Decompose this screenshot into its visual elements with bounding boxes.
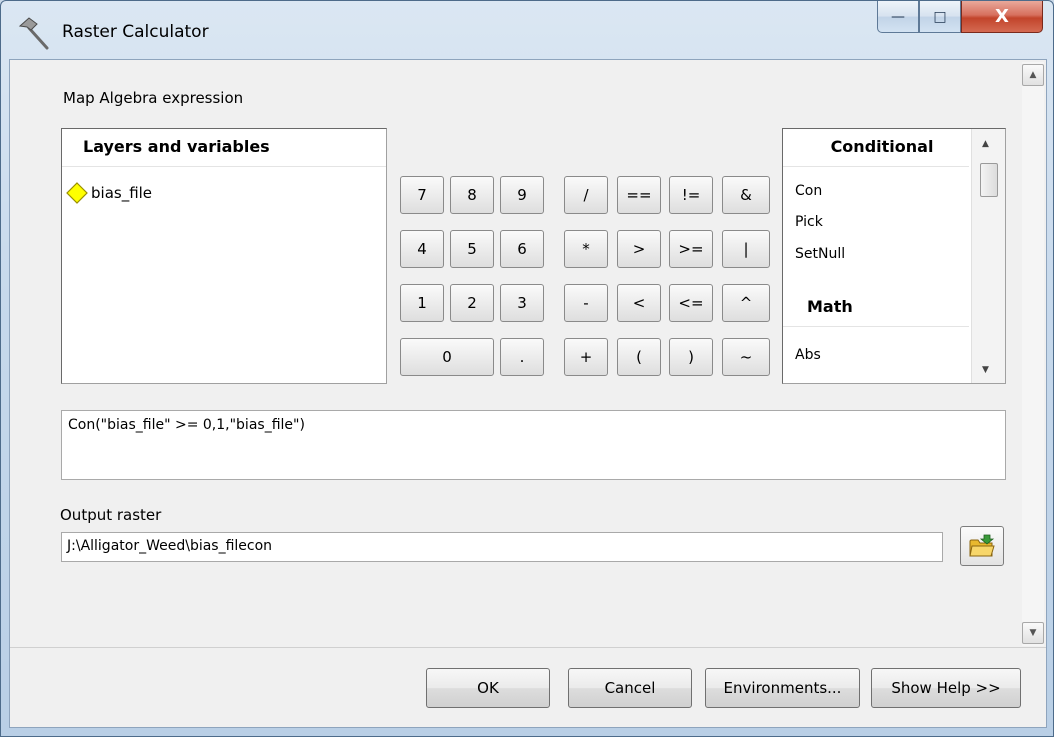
layers-list-header: Layers and variables	[62, 129, 386, 167]
close-icon: X	[995, 6, 1009, 27]
environments-button[interactable]: Environments...	[705, 668, 860, 708]
show-help-button[interactable]: Show Help >>	[871, 668, 1021, 708]
key-0[interactable]: 0	[400, 338, 494, 376]
key-less-than[interactable]: <	[617, 284, 661, 322]
ok-button[interactable]: OK	[426, 668, 550, 708]
functions-scroll-thumb[interactable]	[980, 163, 998, 197]
key-greater-equal[interactable]: >=	[669, 230, 713, 268]
key-7[interactable]: 7	[400, 176, 444, 214]
key-2[interactable]: 2	[450, 284, 494, 322]
key-greater-than[interactable]: >	[617, 230, 661, 268]
browse-button[interactable]	[960, 526, 1004, 566]
key-plus[interactable]: +	[564, 338, 608, 376]
scroll-down-arrow-icon[interactable]: ▼	[982, 365, 989, 375]
minimize-button[interactable]: —	[877, 1, 919, 33]
key-8[interactable]: 8	[450, 176, 494, 214]
functions-list[interactable]: Conditional Con Pick SetNull Math Abs ▲ …	[782, 128, 1006, 384]
key-not-equal[interactable]: !=	[669, 176, 713, 214]
key-open-paren[interactable]: (	[617, 338, 661, 376]
scroll-down-icon[interactable]: ▼	[1022, 622, 1044, 644]
key-close-paren[interactable]: )	[669, 338, 713, 376]
conditional-header: Conditional	[783, 129, 969, 167]
function-item-abs[interactable]: Abs	[795, 347, 821, 363]
key-1[interactable]: 1	[400, 284, 444, 322]
key-decimal[interactable]: .	[500, 338, 544, 376]
layers-list[interactable]: Layers and variables bias_file	[61, 128, 387, 384]
key-not[interactable]: ~	[722, 338, 770, 376]
window-title: Raster Calculator	[62, 22, 209, 42]
output-raster-label: Output raster	[60, 506, 162, 524]
maximize-button[interactable]: □	[919, 1, 961, 33]
map-algebra-label: Map Algebra expression	[63, 89, 244, 107]
raster-layer-diamond-icon	[66, 182, 88, 204]
key-divide[interactable]: /	[564, 176, 608, 214]
key-9[interactable]: 9	[500, 176, 544, 214]
functions-scrollbar[interactable]: ▲ ▼	[971, 129, 1005, 383]
key-and[interactable]: &	[722, 176, 770, 214]
title-bar[interactable]: Raster Calculator — □ X	[1, 1, 1053, 59]
function-item-con[interactable]: Con	[795, 183, 822, 199]
math-header: Math	[783, 289, 969, 327]
function-item-pick[interactable]: Pick	[795, 214, 823, 230]
minimize-icon: —	[891, 8, 905, 25]
dialog-client-area: Map Algebra expression Layers and variab…	[9, 59, 1047, 728]
maximize-icon: □	[933, 8, 947, 25]
scroll-up-icon[interactable]: ▲	[1022, 64, 1044, 86]
key-equal[interactable]: ==	[617, 176, 661, 214]
expression-textarea[interactable]: Con("bias_file" >= 0,1,"bias_file")	[61, 410, 1006, 480]
close-button[interactable]: X	[961, 1, 1043, 33]
key-less-equal[interactable]: <=	[669, 284, 713, 322]
output-raster-input[interactable]: J:\Alligator_Weed\bias_filecon	[61, 532, 943, 562]
key-3[interactable]: 3	[500, 284, 544, 322]
raster-calculator-window: Raster Calculator — □ X Map Algebra expr…	[0, 0, 1054, 737]
key-minus[interactable]: -	[564, 284, 608, 322]
hammer-tool-icon	[18, 17, 49, 50]
key-6[interactable]: 6	[500, 230, 544, 268]
key-multiply[interactable]: *	[564, 230, 608, 268]
open-folder-icon	[969, 534, 995, 557]
key-5[interactable]: 5	[450, 230, 494, 268]
function-item-setnull[interactable]: SetNull	[795, 246, 845, 262]
key-xor[interactable]: ^	[722, 284, 770, 322]
layer-item-label: bias_file	[91, 184, 153, 202]
cancel-button[interactable]: Cancel	[568, 668, 692, 708]
key-or[interactable]: |	[722, 230, 770, 268]
dialog-scrollbar[interactable]: ▲ ▼	[1022, 62, 1044, 646]
key-4[interactable]: 4	[400, 230, 444, 268]
parameters-panel: Map Algebra expression Layers and variab…	[10, 60, 1046, 648]
layer-item-bias-file[interactable]: bias_file	[65, 181, 152, 205]
scroll-up-arrow-icon[interactable]: ▲	[982, 139, 989, 149]
